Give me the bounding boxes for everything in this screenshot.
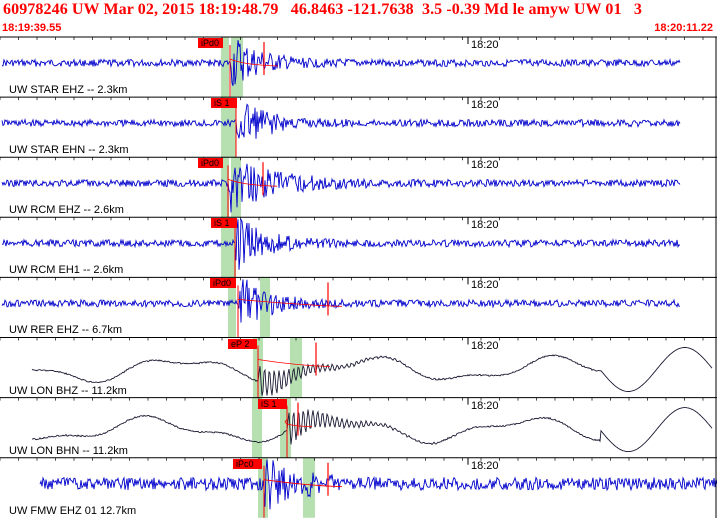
pick-window [290, 337, 302, 398]
phase-pick-flag[interactable]: iPc0 [233, 458, 262, 469]
phase-pick-flag[interactable]: eP 2 [228, 338, 257, 349]
station-label: UW RCM EH1 -- 2.6km [9, 264, 124, 277]
waveform-trace [39, 459, 717, 510]
waveform-trace [1, 217, 681, 270]
minute-label: 18:20 [471, 159, 499, 172]
phase-pick-flag[interactable]: iS 1 [211, 98, 237, 109]
minute-label: 18:20 [471, 279, 499, 292]
station-label: UW LON BHZ -- 11.2km [9, 384, 127, 397]
station-label: UW RCM EHZ -- 2.6km [9, 204, 124, 217]
phase-pick-flag[interactable]: iS 1 [211, 218, 237, 229]
phase-pick-flag[interactable]: iPd0 [198, 158, 223, 169]
waveform-trace [31, 407, 713, 453]
minute-label: 18:20 [471, 219, 499, 232]
waveform-trace [1, 40, 681, 86]
minute-label: 18:20 [471, 459, 499, 472]
phase-pick-flag[interactable]: iPd0 [210, 278, 236, 289]
waveform-trace [1, 103, 681, 139]
station-label: UW RER EHZ -- 6.7km [9, 324, 123, 337]
minute-label: 18:20 [471, 39, 499, 51]
station-label: UW LON BHN -- 11.2km [9, 444, 128, 457]
seismogram-stack[interactable] [0, 0, 717, 518]
waveform-trace [1, 279, 681, 323]
phase-pick-flag[interactable]: iPd0 [198, 38, 223, 48]
pick-window [303, 457, 315, 518]
station-label: UW FMW EHZ 01 12.7km [9, 504, 137, 517]
minute-label: 18:20 [471, 399, 499, 412]
minute-label: 18:20 [471, 339, 499, 352]
minute-label: 18:20 [471, 99, 499, 112]
waveform-trace [31, 347, 713, 396]
phase-pick-flag[interactable]: iS 1 [258, 398, 287, 409]
station-label: UW STAR EHZ -- 2.3km [9, 84, 128, 96]
station-label: UW STAR EHN -- 2.3km [9, 144, 129, 157]
